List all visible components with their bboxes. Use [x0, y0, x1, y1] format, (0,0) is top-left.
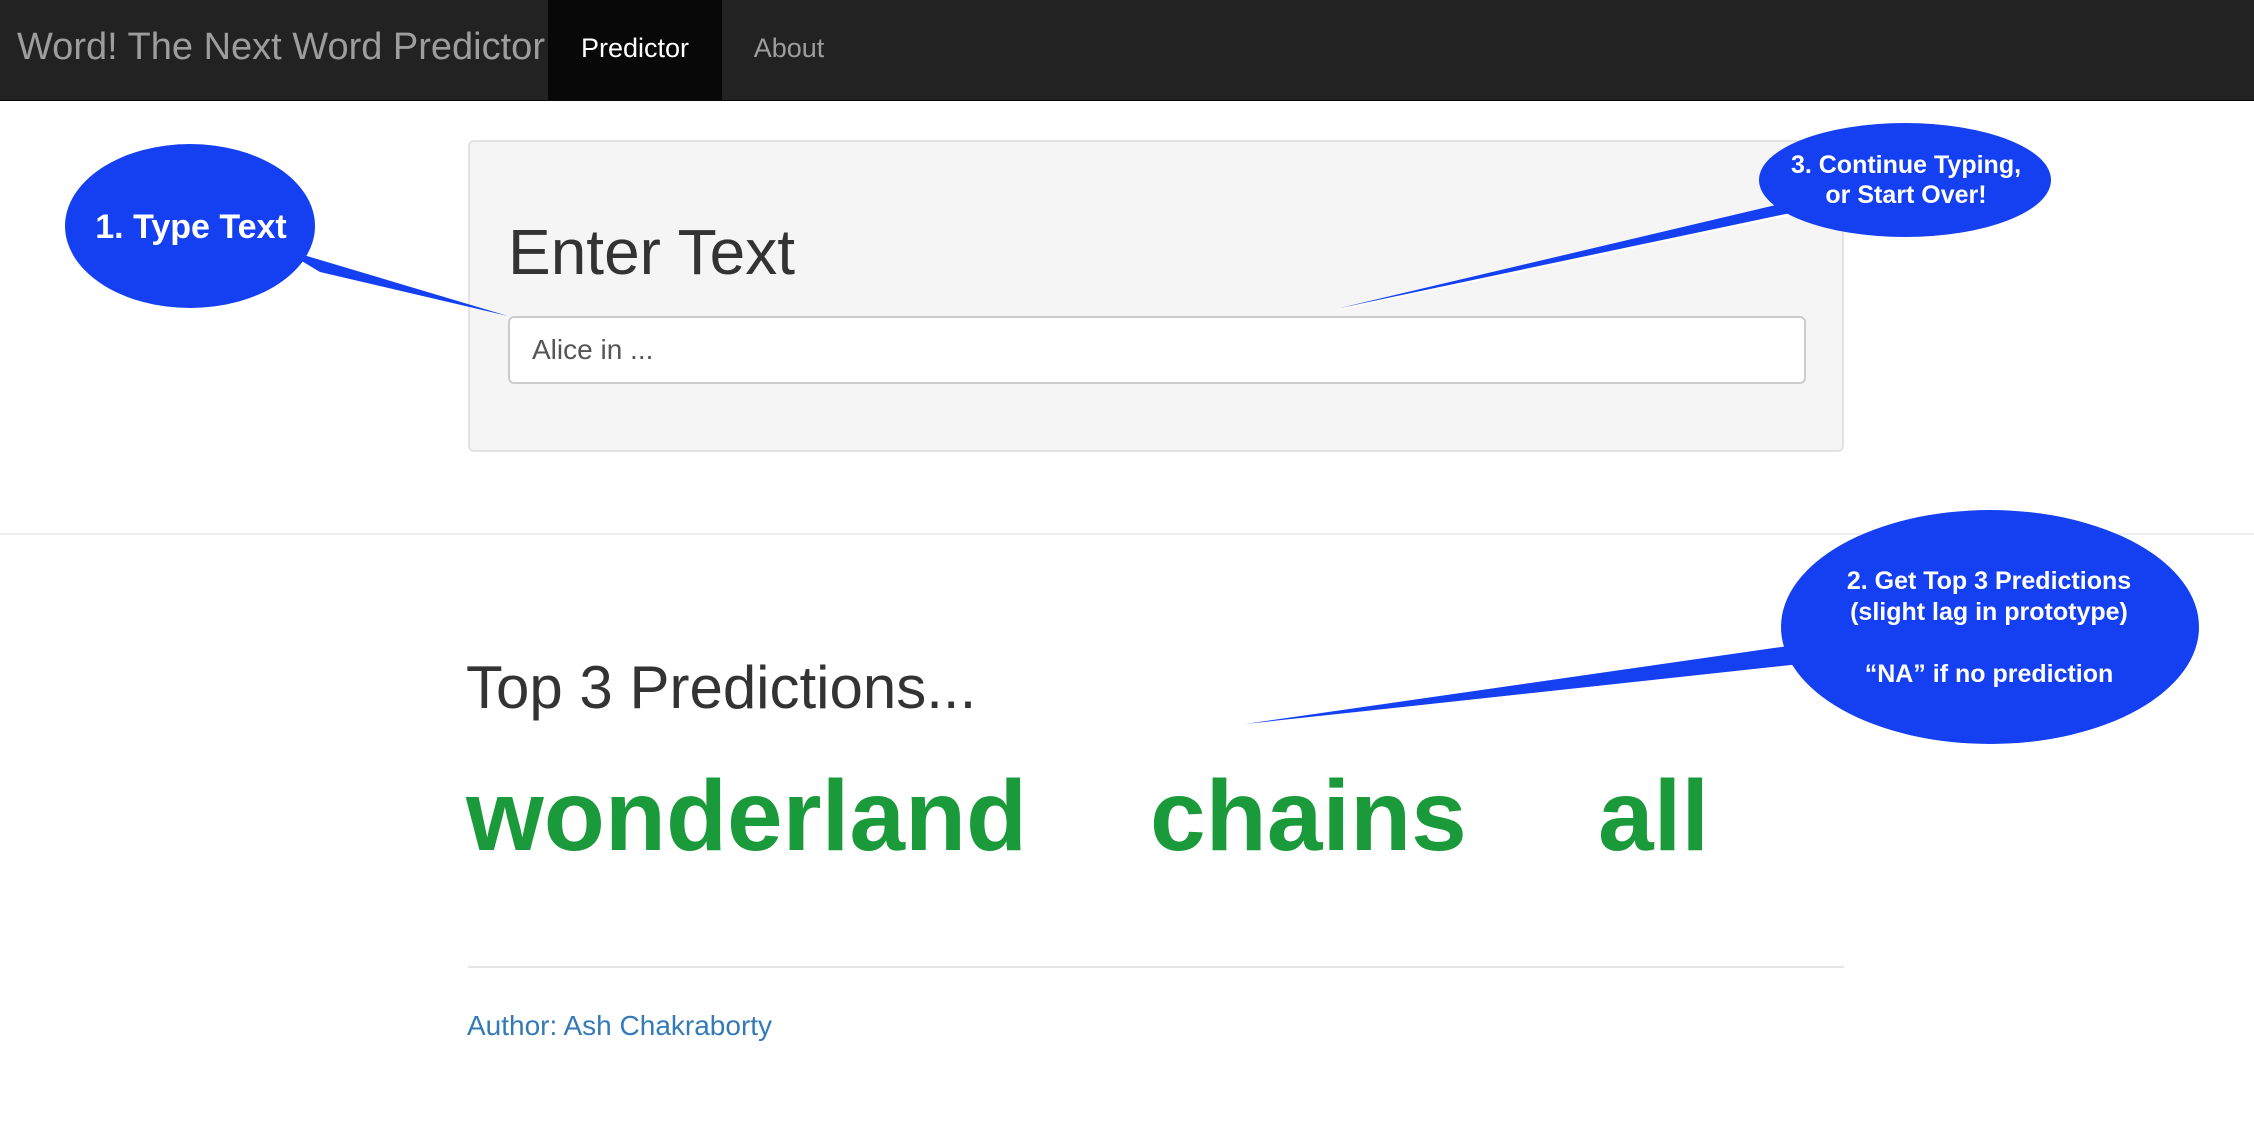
section-divider [0, 533, 2254, 535]
callout-type-text [65, 144, 508, 316]
callout-predictions-bubble [1781, 510, 2199, 744]
tab-about[interactable]: About [722, 0, 856, 100]
callout-type-text-bubble [65, 144, 315, 308]
prediction-word-2: chains [1150, 760, 1467, 872]
predictions-title: Top 3 Predictions... [466, 654, 977, 721]
footer-divider [468, 966, 1844, 968]
prediction-word-1: wonderland [466, 760, 1028, 872]
callout-predictions-label: 2. Get Top 3 Predictions (slight lag in … [1846, 567, 2132, 688]
navbar: Word! The Next Word Predictor Predictor … [0, 0, 2254, 101]
input-panel [468, 140, 1844, 452]
callout-type-text-label: 1. Type Text [95, 208, 287, 246]
app-page: Word! The Next Word Predictor Predictor … [0, 0, 2254, 1122]
tab-predictor[interactable]: Predictor [548, 0, 722, 100]
navbar-brand[interactable]: Word! The Next Word Predictor [17, 0, 545, 100]
callout-predictions [1245, 510, 2199, 744]
text-input[interactable] [508, 316, 1806, 384]
prediction-word-3: all [1598, 760, 1710, 872]
callout-predictions-pointer [1245, 645, 1800, 724]
author-link[interactable]: Author: Ash Chakraborty [467, 1010, 772, 1042]
input-panel-title: Enter Text [508, 216, 795, 288]
